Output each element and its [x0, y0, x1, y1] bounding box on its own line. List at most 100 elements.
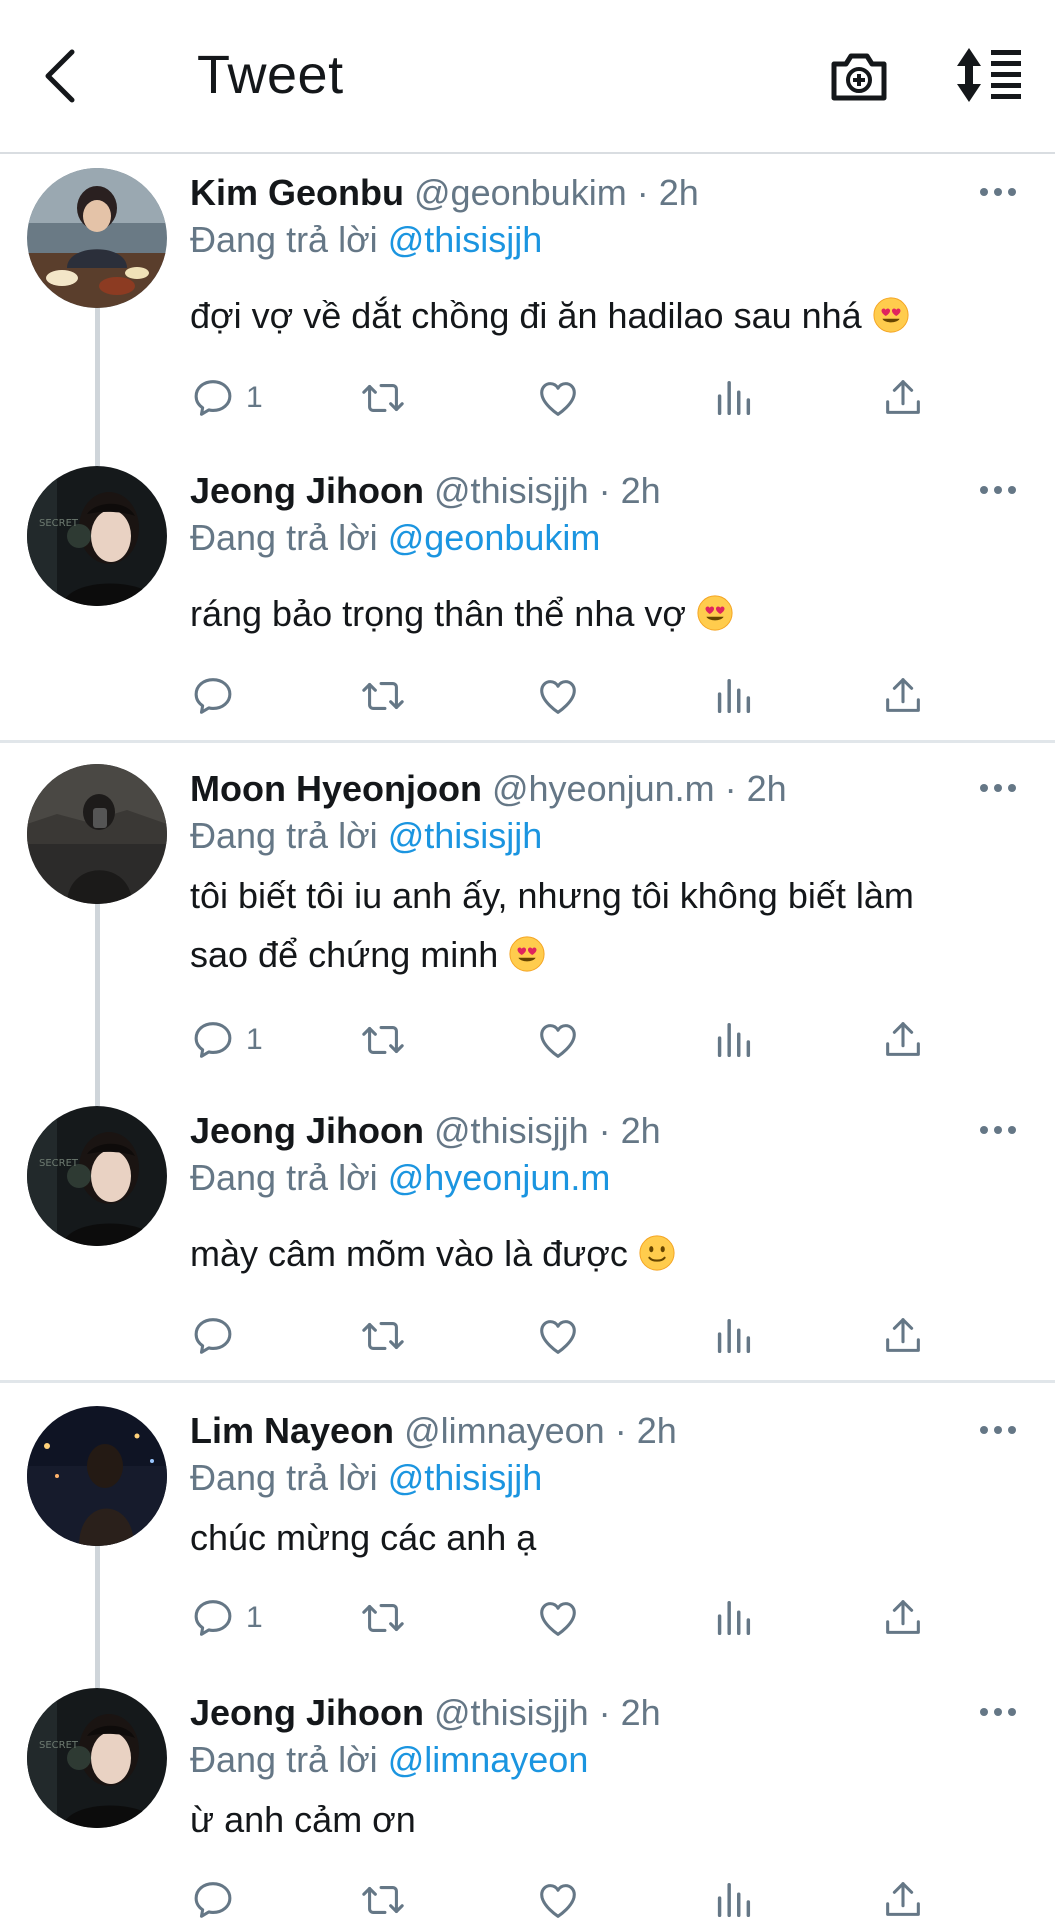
analytics-button[interactable]	[710, 1588, 756, 1648]
display-name[interactable]: Moon Hyeonjoon	[190, 768, 482, 809]
share-button[interactable]	[880, 1588, 926, 1648]
share-button[interactable]	[880, 1010, 926, 1070]
handle[interactable]: @thisisjjh	[434, 470, 589, 511]
reply-icon	[190, 1017, 236, 1063]
heart-icon	[535, 1017, 581, 1063]
retweet-icon	[360, 375, 406, 421]
reply-icon	[190, 375, 236, 421]
page-title: Tweet	[197, 45, 344, 105]
analytics-icon	[710, 1313, 756, 1359]
timestamp: 2h	[636, 1410, 677, 1451]
reply-icon	[190, 1595, 236, 1641]
timestamp: 2h	[620, 1692, 661, 1733]
handle[interactable]: @hyeonjun.m	[492, 768, 715, 809]
retweet-icon	[360, 1877, 406, 1923]
analytics-button[interactable]	[710, 1010, 756, 1070]
like-button[interactable]	[535, 1010, 581, 1070]
avatar[interactable]	[27, 466, 167, 606]
like-button[interactable]	[535, 1588, 581, 1648]
more-options-icon[interactable]	[978, 484, 1018, 496]
action-bar: 1	[190, 368, 950, 428]
like-button[interactable]	[535, 1870, 581, 1930]
action-bar: 1	[190, 1010, 950, 1070]
display-name[interactable]: Lim Nayeon	[190, 1410, 394, 1451]
share-button[interactable]	[880, 1306, 926, 1366]
share-icon	[880, 1595, 926, 1641]
more-options-icon[interactable]	[978, 1424, 1018, 1436]
analytics-button[interactable]	[710, 368, 756, 428]
analytics-button[interactable]	[710, 666, 756, 726]
more-options-icon[interactable]	[978, 186, 1018, 198]
display-name[interactable]: Jeong Jihoon	[190, 1110, 424, 1151]
reply-count: 1	[246, 1023, 263, 1056]
camera-icon[interactable]	[828, 46, 890, 106]
reply-button[interactable]: 1	[190, 1010, 263, 1070]
sort-icon[interactable]	[955, 46, 1023, 104]
reply-button[interactable]: 1	[190, 368, 263, 428]
reply-count: 1	[246, 1601, 263, 1634]
reply-icon	[190, 1877, 236, 1923]
thread-line	[95, 306, 100, 466]
avatar[interactable]	[27, 168, 167, 308]
heart-icon	[535, 673, 581, 719]
like-button[interactable]	[535, 368, 581, 428]
heart-eyes-emoji	[696, 594, 734, 632]
retweet-button[interactable]	[360, 368, 406, 428]
replying-to-label: Đang trả lời	[190, 1457, 378, 1498]
replying-to-label: Đang trả lời	[190, 815, 378, 856]
reply-button[interactable]	[190, 1870, 236, 1930]
retweet-button[interactable]	[360, 1306, 406, 1366]
share-icon	[880, 375, 926, 421]
avatar[interactable]	[27, 1406, 167, 1546]
share-button[interactable]	[880, 368, 926, 428]
mention-link[interactable]: @thisisjjh	[388, 1457, 543, 1498]
more-options-icon[interactable]	[978, 782, 1018, 794]
analytics-icon	[710, 1877, 756, 1923]
thread-line	[95, 1546, 100, 1688]
reply-button[interactable]: 1	[190, 1588, 263, 1648]
retweet-button[interactable]	[360, 666, 406, 726]
heart-icon	[535, 375, 581, 421]
heart-eyes-emoji	[872, 296, 910, 334]
handle[interactable]: @limnayeon	[404, 1410, 605, 1451]
more-options-icon[interactable]	[978, 1706, 1018, 1718]
avatar[interactable]	[27, 764, 167, 904]
replying-to-label: Đang trả lời	[190, 219, 378, 260]
reply-button[interactable]	[190, 1306, 236, 1366]
retweet-button[interactable]	[360, 1870, 406, 1930]
handle[interactable]: @geonbukim	[414, 172, 627, 213]
display-name[interactable]: Kim Geonbu	[190, 172, 404, 213]
avatar[interactable]	[27, 1688, 167, 1828]
back-arrow-icon[interactable]	[38, 46, 82, 106]
like-button[interactable]	[535, 666, 581, 726]
mention-link[interactable]: @limnayeon	[388, 1739, 589, 1780]
reply-icon	[190, 1313, 236, 1359]
share-icon	[880, 1877, 926, 1923]
reply-icon	[190, 673, 236, 719]
retweet-button[interactable]	[360, 1010, 406, 1070]
share-button[interactable]	[880, 1870, 926, 1930]
analytics-button[interactable]	[710, 1870, 756, 1930]
avatar[interactable]	[27, 1106, 167, 1246]
divider	[0, 740, 1055, 743]
mention-link[interactable]: @thisisjjh	[388, 815, 543, 856]
mention-link[interactable]: @hyeonjun.m	[388, 1157, 611, 1198]
more-options-icon[interactable]	[978, 1124, 1018, 1136]
action-bar	[190, 1306, 950, 1366]
handle[interactable]: @thisisjjh	[434, 1110, 589, 1151]
tweet-text: tôi biết tôi iu anh ấy, nhưng tôi không …	[190, 875, 914, 975]
action-bar	[190, 666, 950, 726]
share-button[interactable]	[880, 666, 926, 726]
top-bar: Tweet	[0, 0, 1055, 154]
replying-to-label: Đang trả lời	[190, 1157, 378, 1198]
display-name[interactable]: Jeong Jihoon	[190, 1692, 424, 1733]
retweet-button[interactable]	[360, 1588, 406, 1648]
like-button[interactable]	[535, 1306, 581, 1366]
display-name[interactable]: Jeong Jihoon	[190, 470, 424, 511]
analytics-button[interactable]	[710, 1306, 756, 1366]
handle[interactable]: @thisisjjh	[434, 1692, 589, 1733]
replying-to-label: Đang trả lời	[190, 1739, 378, 1780]
reply-button[interactable]	[190, 666, 236, 726]
mention-link[interactable]: @thisisjjh	[388, 219, 543, 260]
mention-link[interactable]: @geonbukim	[388, 517, 601, 558]
